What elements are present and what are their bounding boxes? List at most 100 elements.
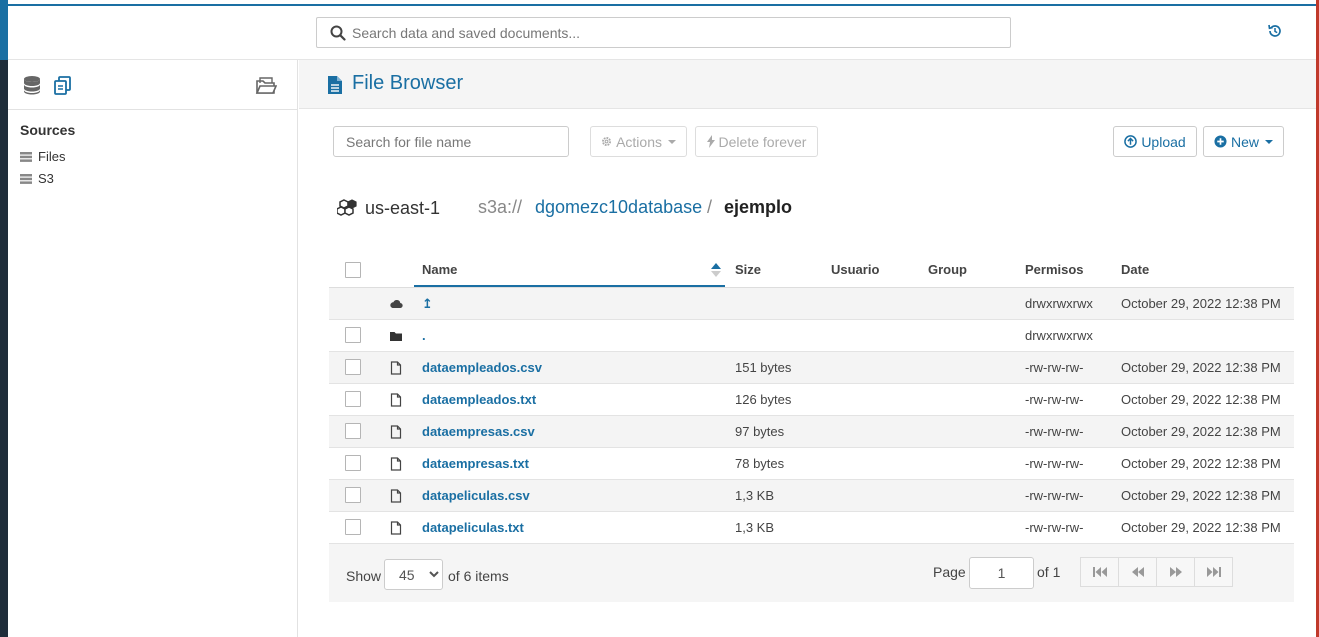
file-name-link[interactable]: dataempleados.txt [422, 392, 536, 407]
actions-button[interactable]: Actions [590, 126, 687, 157]
rewind-icon [1131, 567, 1144, 577]
cell-permissions: -rw-rw-rw- [1025, 360, 1084, 375]
history-icon[interactable] [1267, 23, 1283, 39]
region-selector[interactable]: us-east-1 [337, 194, 440, 222]
file-icon [390, 393, 402, 407]
top-bar [8, 6, 1316, 60]
cloud-icon [390, 300, 403, 309]
cell-permissions: -rw-rw-rw- [1025, 488, 1084, 503]
parent-directory-link[interactable]: ↥ [422, 296, 433, 312]
row-checkbox[interactable] [345, 359, 361, 375]
search-icon [330, 25, 346, 41]
table-row[interactable]: ↥ drwxrwxrwx October 29, 2022 12:38 PM [329, 288, 1294, 320]
column-header-group[interactable]: Group [928, 262, 967, 277]
column-header-user[interactable]: Usuario [831, 262, 879, 277]
file-icon [390, 457, 402, 471]
cell-date: October 29, 2022 12:38 PM [1121, 296, 1281, 311]
folder-icon [390, 332, 402, 341]
cell-size: 97 bytes [735, 424, 785, 439]
file-icon [390, 489, 402, 503]
global-search-input[interactable] [352, 18, 1002, 47]
file-table: Name Size Usuario Group Permisos Date ↥ … [329, 252, 1294, 544]
cell-permissions: -rw-rw-rw- [1025, 520, 1084, 535]
file-search-input[interactable] [333, 126, 569, 157]
cell-permissions: -rw-rw-rw- [1025, 424, 1084, 439]
table-row[interactable]: dataempleados.csv 151 bytes -rw-rw-rw- O… [329, 352, 1294, 384]
total-pages-label: of 1 [1037, 564, 1061, 580]
table-row[interactable]: datapeliculas.csv 1,3 KB -rw-rw-rw- Octo… [329, 480, 1294, 512]
region-label: us-east-1 [365, 197, 441, 218]
plus-circle-icon [1214, 135, 1227, 148]
cell-permissions: drwxrwxrwx [1025, 328, 1093, 343]
file-name-link[interactable]: dataempleados.csv [422, 360, 542, 375]
file-name-link[interactable]: datapeliculas.txt [422, 520, 524, 535]
bolt-icon [706, 135, 715, 148]
storage-icon [20, 173, 32, 184]
cell-permissions: drwxrwxrwx [1025, 296, 1093, 311]
pagination-bar: Show 45 of 6 items Page of 1 [329, 544, 1294, 602]
row-checkbox[interactable] [345, 487, 361, 503]
cell-size: 78 bytes [735, 456, 785, 471]
window-left-edge-accent [0, 0, 8, 60]
table-row[interactable]: dataempresas.txt 78 bytes -rw-rw-rw- Oct… [329, 448, 1294, 480]
documents-icon[interactable] [52, 74, 74, 96]
file-name-link[interactable]: dataempresas.csv [422, 424, 535, 439]
column-header-date[interactable]: Date [1121, 262, 1149, 277]
upload-button[interactable]: Upload [1113, 126, 1197, 157]
open-folder-icon[interactable] [255, 74, 277, 96]
window-left-edge [0, 0, 8, 637]
breadcrumb-bucket-link[interactable]: dgomezc10database [535, 197, 702, 218]
sort-ascending-icon[interactable] [711, 263, 721, 277]
previous-page-button[interactable] [1118, 557, 1157, 587]
sidebar-item-label: Files [38, 149, 66, 164]
cell-date: October 29, 2022 12:38 PM [1121, 360, 1281, 375]
sidebar-item-files[interactable]: Files [20, 149, 65, 164]
file-name-link[interactable]: dataempresas.txt [422, 456, 529, 471]
column-header-name[interactable]: Name [422, 262, 457, 277]
page-label: Page [933, 564, 966, 580]
table-row[interactable]: . drwxrwxrwx [329, 320, 1294, 352]
file-icon [390, 425, 402, 439]
database-icon[interactable] [21, 74, 43, 96]
file-name-link[interactable]: . [422, 328, 426, 343]
page-number-input[interactable] [969, 557, 1034, 589]
sidebar-toolbar [8, 60, 297, 110]
row-checkbox[interactable] [345, 519, 361, 535]
page-header: File Browser [299, 60, 1316, 109]
upload-label: Upload [1141, 133, 1186, 150]
column-header-permissions[interactable]: Permisos [1025, 262, 1084, 277]
select-all-checkbox[interactable] [345, 262, 361, 278]
next-page-button[interactable] [1156, 557, 1195, 587]
cell-size: 1,3 KB [735, 488, 775, 503]
fast-forward-icon [1169, 567, 1182, 577]
last-page-button[interactable] [1194, 557, 1233, 587]
cell-permissions: -rw-rw-rw- [1025, 456, 1084, 471]
sidebar-item-s3[interactable]: S3 [20, 171, 54, 186]
row-checkbox[interactable] [345, 327, 361, 343]
table-row[interactable]: datapeliculas.txt 1,3 KB -rw-rw-rw- Octo… [329, 512, 1294, 544]
new-button[interactable]: New [1203, 126, 1284, 157]
row-checkbox[interactable] [345, 455, 361, 471]
row-checkbox[interactable] [345, 423, 361, 439]
table-row[interactable]: dataempleados.txt 126 bytes -rw-rw-rw- O… [329, 384, 1294, 416]
active-sort-indicator [414, 285, 725, 287]
first-page-button[interactable] [1080, 557, 1119, 587]
column-header-size[interactable]: Size [735, 262, 761, 277]
delete-forever-button[interactable]: Delete forever [695, 126, 818, 157]
global-search[interactable] [316, 17, 1011, 48]
file-icon [390, 361, 402, 375]
row-checkbox[interactable] [345, 391, 361, 407]
new-label: New [1230, 133, 1259, 150]
actions-label: Actions [616, 133, 662, 150]
file-name-link[interactable]: datapeliculas.csv [422, 488, 530, 503]
show-label: Show [346, 568, 382, 584]
page-size-select[interactable]: 45 [384, 559, 443, 590]
cell-date: October 29, 2022 12:38 PM [1121, 456, 1281, 471]
pager-buttons [1080, 557, 1233, 587]
table-row[interactable]: dataempresas.csv 97 bytes -rw-rw-rw- Oct… [329, 416, 1294, 448]
table-header: Name Size Usuario Group Permisos Date [329, 252, 1294, 288]
cell-permissions: -rw-rw-rw- [1025, 392, 1084, 407]
cell-date: October 29, 2022 12:38 PM [1121, 392, 1281, 407]
items-count-label: of 6 items [448, 568, 509, 584]
cell-date: October 29, 2022 12:38 PM [1121, 424, 1281, 439]
